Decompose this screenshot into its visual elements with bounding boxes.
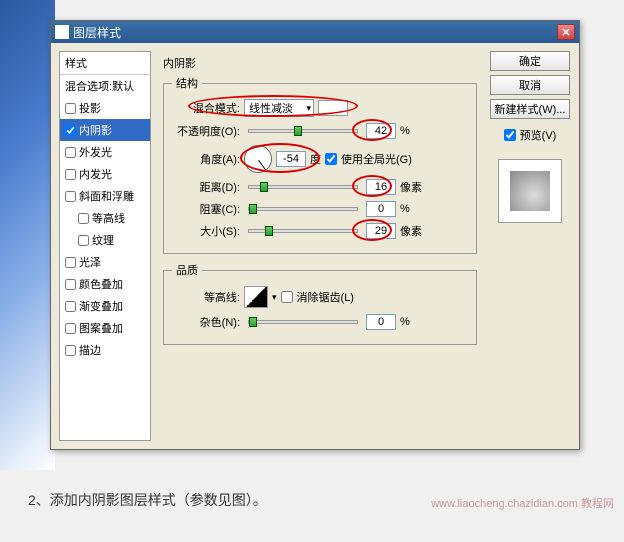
antialias-checkbox[interactable] xyxy=(281,291,293,303)
style-innershadow[interactable]: 内阴影 xyxy=(60,119,150,141)
quality-legend: 品质 xyxy=(172,262,202,278)
panel-title: 内阴影 xyxy=(163,55,477,71)
titlebar[interactable]: 图层样式 ✕ xyxy=(51,21,579,43)
style-coloroverlay[interactable]: 颜色叠加 xyxy=(60,273,150,295)
style-list: 样式 混合选项:默认 投影 内阴影 外发光 内发光 斜面和浮雕 等高线 纹理 光… xyxy=(59,51,151,441)
style-texture[interactable]: 纹理 xyxy=(60,229,150,251)
angle-control[interactable] xyxy=(244,145,272,173)
noise-label: 杂色(N): xyxy=(172,314,240,330)
structure-legend: 结构 xyxy=(172,75,202,91)
step-caption: 2、添加内阴影图层样式（参数见图）。 xyxy=(28,490,267,510)
style-innerglow[interactable]: 内发光 xyxy=(60,163,150,185)
style-stroke[interactable]: 描边 xyxy=(60,339,150,361)
layer-style-dialog: 图层样式 ✕ 样式 混合选项:默认 投影 内阴影 外发光 内发光 斜面和浮雕 等… xyxy=(50,20,580,450)
angle-input[interactable] xyxy=(276,151,306,167)
style-dropshadow[interactable]: 投影 xyxy=(60,97,150,119)
cancel-button[interactable]: 取消 xyxy=(490,75,570,95)
distance-label: 距离(D): xyxy=(172,179,240,195)
global-light-checkbox[interactable] xyxy=(325,153,337,165)
choke-slider[interactable] xyxy=(248,207,358,211)
size-slider[interactable] xyxy=(248,229,358,233)
preview-label: 预览(V) xyxy=(520,127,557,143)
style-list-header: 样式 xyxy=(60,52,150,75)
contour-label: 等高线: xyxy=(172,289,240,305)
opacity-label: 不透明度(O): xyxy=(172,123,240,139)
style-gradientoverlay[interactable]: 渐变叠加 xyxy=(60,295,150,317)
distance-input[interactable] xyxy=(366,179,396,195)
angle-label: 角度(A): xyxy=(172,151,240,167)
blendmode-label: 混合模式: xyxy=(172,100,240,116)
size-label: 大小(S): xyxy=(172,223,240,239)
center-panel: 内阴影 结构 混合模式: 线性减淡 不透明度(O): % 角度(A): xyxy=(159,51,481,441)
noise-input[interactable] xyxy=(366,314,396,330)
shadow-color-swatch[interactable] xyxy=(318,100,348,116)
ok-button[interactable]: 确定 xyxy=(490,51,570,71)
close-icon[interactable]: ✕ xyxy=(557,24,575,40)
distance-slider[interactable] xyxy=(248,185,358,189)
global-light-label: 使用全局光(G) xyxy=(341,151,412,167)
style-outerglow[interactable]: 外发光 xyxy=(60,141,150,163)
watermark: www.liaocheng.chazidian.com 教程网 xyxy=(431,495,614,511)
style-contour[interactable]: 等高线 xyxy=(60,207,150,229)
background-image xyxy=(0,0,55,470)
blendmode-dropdown[interactable]: 线性减淡 xyxy=(244,99,314,117)
right-column: 确定 取消 新建样式(W)... 预览(V) xyxy=(489,51,571,441)
preview-box xyxy=(498,159,562,223)
quality-group: 品质 等高线: ▾ 消除锯齿(L) 杂色(N): % xyxy=(163,262,477,345)
style-patternoverlay[interactable]: 图案叠加 xyxy=(60,317,150,339)
preview-checkbox[interactable] xyxy=(504,129,516,141)
new-style-button[interactable]: 新建样式(W)... xyxy=(490,99,570,119)
blend-options[interactable]: 混合选项:默认 xyxy=(60,75,150,97)
choke-label: 阻塞(C): xyxy=(172,201,240,217)
antialias-label: 消除锯齿(L) xyxy=(297,289,354,305)
choke-input[interactable] xyxy=(366,201,396,217)
preview-swatch xyxy=(510,171,550,211)
style-bevel[interactable]: 斜面和浮雕 xyxy=(60,185,150,207)
noise-slider[interactable] xyxy=(248,320,358,324)
app-icon xyxy=(55,25,69,39)
contour-picker[interactable] xyxy=(244,286,268,308)
opacity-slider[interactable] xyxy=(248,129,358,133)
size-input[interactable] xyxy=(366,223,396,239)
opacity-input[interactable] xyxy=(366,123,396,139)
style-satin[interactable]: 光泽 xyxy=(60,251,150,273)
structure-group: 结构 混合模式: 线性减淡 不透明度(O): % 角度(A): xyxy=(163,75,477,254)
dialog-title: 图层样式 xyxy=(73,24,557,41)
